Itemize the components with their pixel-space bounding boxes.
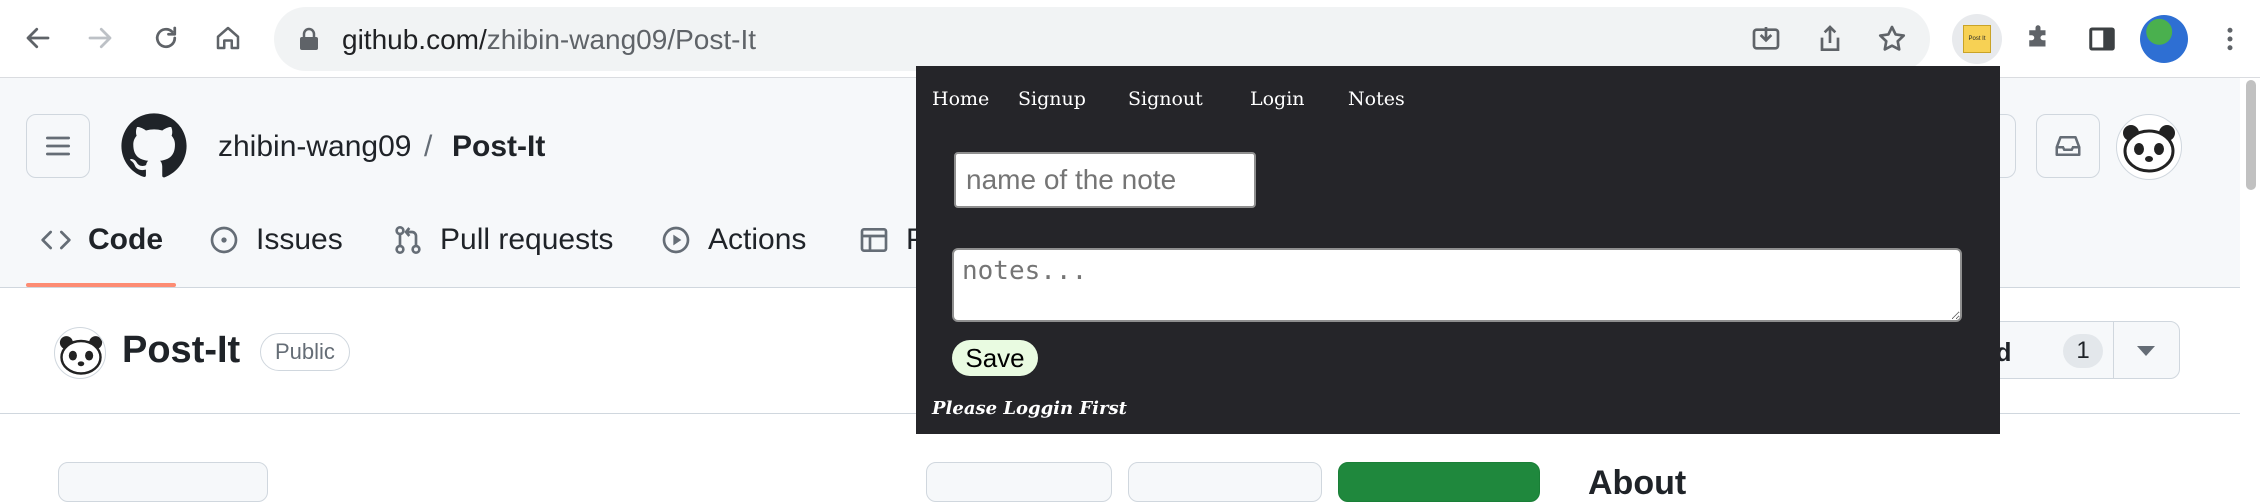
repo-owner-link[interactable]: zhibin-wang09 [218,130,411,164]
breadcrumb-separator: / [424,130,433,163]
home-button[interactable] [204,14,252,62]
about-heading: About [1588,464,1687,502]
panda-avatar-icon [2123,125,2175,173]
branch-select-button[interactable] [58,462,268,502]
url-text: github.com/zhibin-wang09/Post-It [342,24,756,56]
forward-button[interactable] [76,14,124,62]
share-icon[interactable] [1814,23,1846,55]
visibility-badge: Public [260,333,350,371]
active-tab-indicator [26,283,176,287]
address-bar[interactable]: github.com/zhibin-wang09/Post-It [274,7,1930,71]
post-it-icon: Post It [1963,25,1991,53]
hamburger-icon [46,136,70,156]
code-icon [41,230,71,250]
login-status-message: Please Loggin First [932,398,1127,419]
tab-code[interactable]: Code [40,218,163,262]
arrow-right-icon [88,27,112,49]
tab-issues[interactable]: Issues [208,218,343,262]
tab-issues-label: Issues [256,223,343,256]
tab-actions-label: Actions [708,223,807,256]
side-panel-icon [2089,27,2115,51]
repo-owner-avatar[interactable] [54,327,106,379]
lock-icon [300,27,318,50]
post-it-popup: Home Signup Signout Login Notes Save Ple… [916,66,2000,434]
repo-title: Post-It [122,329,241,371]
panda-avatar-icon [59,336,103,375]
install-icon[interactable] [1750,23,1782,55]
back-button[interactable] [14,14,62,62]
star-count: 1 [2063,334,2103,368]
tab-code-label: Code [88,223,163,256]
code-dropdown-button[interactable] [1338,462,1540,502]
go-to-file-button[interactable] [926,462,1112,502]
add-file-button[interactable] [1128,462,1322,502]
repo-name-link[interactable]: Post-It [452,130,545,164]
chevron-down-icon[interactable] [2137,346,2155,356]
issue-icon [210,226,238,254]
url-path: zhibin-wang09/Post-It [486,24,757,55]
star-divider [2113,322,2114,378]
popup-nav-signout[interactable]: Signout [1128,88,1203,110]
url-host: github.com/ [342,24,487,55]
note-name-input[interactable] [954,152,1256,208]
arrow-left-icon [26,27,50,49]
extensions-button[interactable] [2018,19,2058,59]
inbox-button[interactable] [2036,114,2100,178]
profile-avatar[interactable] [2140,15,2188,63]
puzzle-icon [2029,25,2046,47]
github-logo-icon[interactable] [120,112,188,180]
bookmark-star-icon[interactable] [1876,23,1908,55]
tab-pull-requests[interactable]: Pull requests [392,218,613,262]
tab-actions[interactable]: Actions [660,218,806,262]
page-scrollbar[interactable] [2246,80,2256,190]
hamburger-menu-button[interactable] [26,114,90,178]
actions-icon [662,226,690,254]
post-it-extension-button[interactable]: Post It [1952,14,2002,64]
tab-pull-requests-label: Pull requests [440,223,614,256]
side-panel-button[interactable] [2082,19,2122,59]
projects-icon [860,228,888,252]
popup-nav-signup[interactable]: Signup [1018,88,1086,110]
inbox-icon [2055,136,2081,156]
popup-nav-home[interactable]: Home [932,88,989,110]
popup-nav-notes[interactable]: Notes [1348,88,1405,110]
reload-icon [155,26,177,49]
reload-button[interactable] [142,14,190,62]
home-icon [216,26,240,50]
kebab-menu-icon [2227,27,2233,51]
user-avatar[interactable] [2116,114,2182,180]
save-button[interactable]: Save [952,340,1038,376]
pull-request-icon [395,226,421,254]
chrome-menu-button[interactable] [2210,19,2250,59]
popup-nav-login[interactable]: Login [1250,88,1305,110]
notes-textarea[interactable] [952,248,1962,322]
